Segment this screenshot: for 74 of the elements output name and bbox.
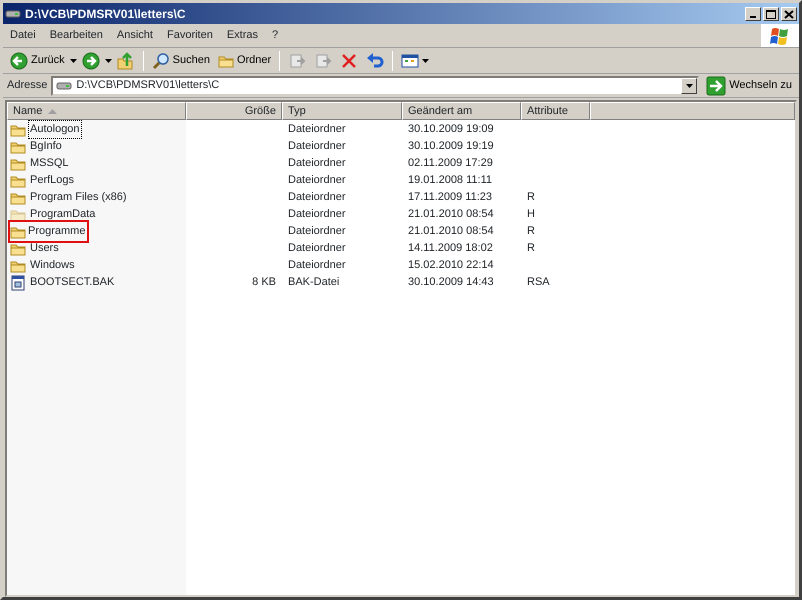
address-field[interactable]: D:\VCB\PDMSRV01\letters\C [51, 76, 700, 96]
file-type: Dateiordner [288, 191, 346, 204]
file-name[interactable]: MSSQL [28, 154, 71, 173]
file-attributes: H [527, 208, 535, 220]
file-type: BAK-Datei [288, 276, 340, 288]
menu-item[interactable]: Favoriten [160, 27, 220, 44]
modified-date: 30.10.2009 19:19 [408, 140, 494, 152]
file-attributes: R [527, 191, 535, 204]
undo-icon [366, 52, 384, 70]
menu-item[interactable]: ? [265, 27, 286, 44]
column-header[interactable]: Name [7, 102, 186, 120]
caret-icon [686, 84, 693, 88]
search-button[interactable]: Suchen [148, 50, 213, 70]
file-name[interactable]: Programme [26, 222, 88, 241]
file-type: Dateiordner [288, 140, 346, 152]
file-name[interactable]: ProgramData [28, 205, 98, 224]
go-button[interactable]: Wechseln zu [703, 74, 795, 96]
caret-icon[interactable] [104, 58, 112, 62]
close-button[interactable] [781, 6, 797, 20]
modified-date: 14.11.2009 18:02 [408, 242, 493, 254]
file-type: Dateiordner [288, 242, 346, 254]
column-header[interactable]: Typ [282, 102, 402, 120]
menu-item[interactable]: Ansicht [110, 27, 160, 44]
caret-icon [422, 58, 430, 62]
address-text: D:\VCB\PDMSRV01\letters\C [76, 78, 220, 94]
address-label: Adresse [7, 78, 48, 94]
modified-date: 21.01.2010 08:54 [408, 208, 494, 220]
maximize-button[interactable] [763, 6, 779, 20]
move-to-icon [288, 52, 306, 70]
dropdown-button[interactable] [681, 78, 698, 94]
flag-logo-icon [769, 26, 791, 46]
file-name[interactable]: BgInfo [28, 137, 64, 156]
file-type: Dateiordner [288, 208, 346, 220]
menu-item[interactable]: Datei [3, 27, 43, 44]
menu-item[interactable]: Extras [220, 27, 266, 44]
modified-date: 02.11.2009 17:29 [408, 157, 493, 170]
file-name[interactable]: Windows [28, 256, 77, 275]
close-icon [782, 8, 796, 20]
file-type: Dateiordner [288, 123, 346, 136]
modified-date: 21.01.2010 08:54 [408, 225, 494, 238]
file-type: Dateiordner [288, 157, 346, 170]
file-attributes: R [527, 225, 535, 238]
delete-icon [340, 52, 358, 70]
column-header[interactable]: Attribute [521, 102, 590, 120]
modified-date: 17.11.2009 11:23 [408, 191, 492, 204]
column-header[interactable]: Geändert am [402, 102, 521, 120]
folders-button[interactable]: Ordner [214, 51, 274, 70]
minimize-button[interactable] [745, 6, 761, 20]
modified-date: 19.01.2008 11:11 [408, 174, 492, 186]
folder-up-arrow-icon [116, 52, 135, 70]
modified-date: 30.10.2009 14:43 [408, 276, 494, 288]
file-name[interactable]: BOOTSECT.BAK [28, 273, 116, 292]
file-name[interactable]: Users [28, 239, 61, 258]
window-title: D:\VCB\PDMSRV01\letters\C [25, 6, 186, 22]
minimize-icon [750, 16, 756, 18]
file-attributes: R [527, 242, 535, 254]
modified-date: 15.02.2010 22:14 [408, 259, 494, 272]
copy-to-icon [314, 52, 332, 70]
modified-date: 30.10.2009 19:09 [408, 123, 494, 136]
file-size: 8 KB [252, 276, 276, 288]
caret-icon[interactable] [70, 58, 77, 62]
column-header[interactable]: Größe [186, 102, 282, 120]
file-type: Dateiordner [288, 174, 346, 186]
file-attributes: RSA [527, 276, 550, 288]
file-type: Dateiordner [288, 225, 346, 238]
file-type: Dateiordner [288, 259, 346, 272]
back-button[interactable]: Zurück [7, 50, 68, 70]
search-icon [152, 52, 170, 70]
views-icon [401, 52, 420, 68]
file-name[interactable]: PerfLogs [28, 171, 76, 190]
file-name[interactable]: Autologon [28, 120, 82, 139]
menu-item[interactable]: Bearbeiten [42, 27, 110, 44]
file-icon [10, 274, 26, 290]
file-name[interactable]: Program Files (x86) [28, 188, 129, 207]
